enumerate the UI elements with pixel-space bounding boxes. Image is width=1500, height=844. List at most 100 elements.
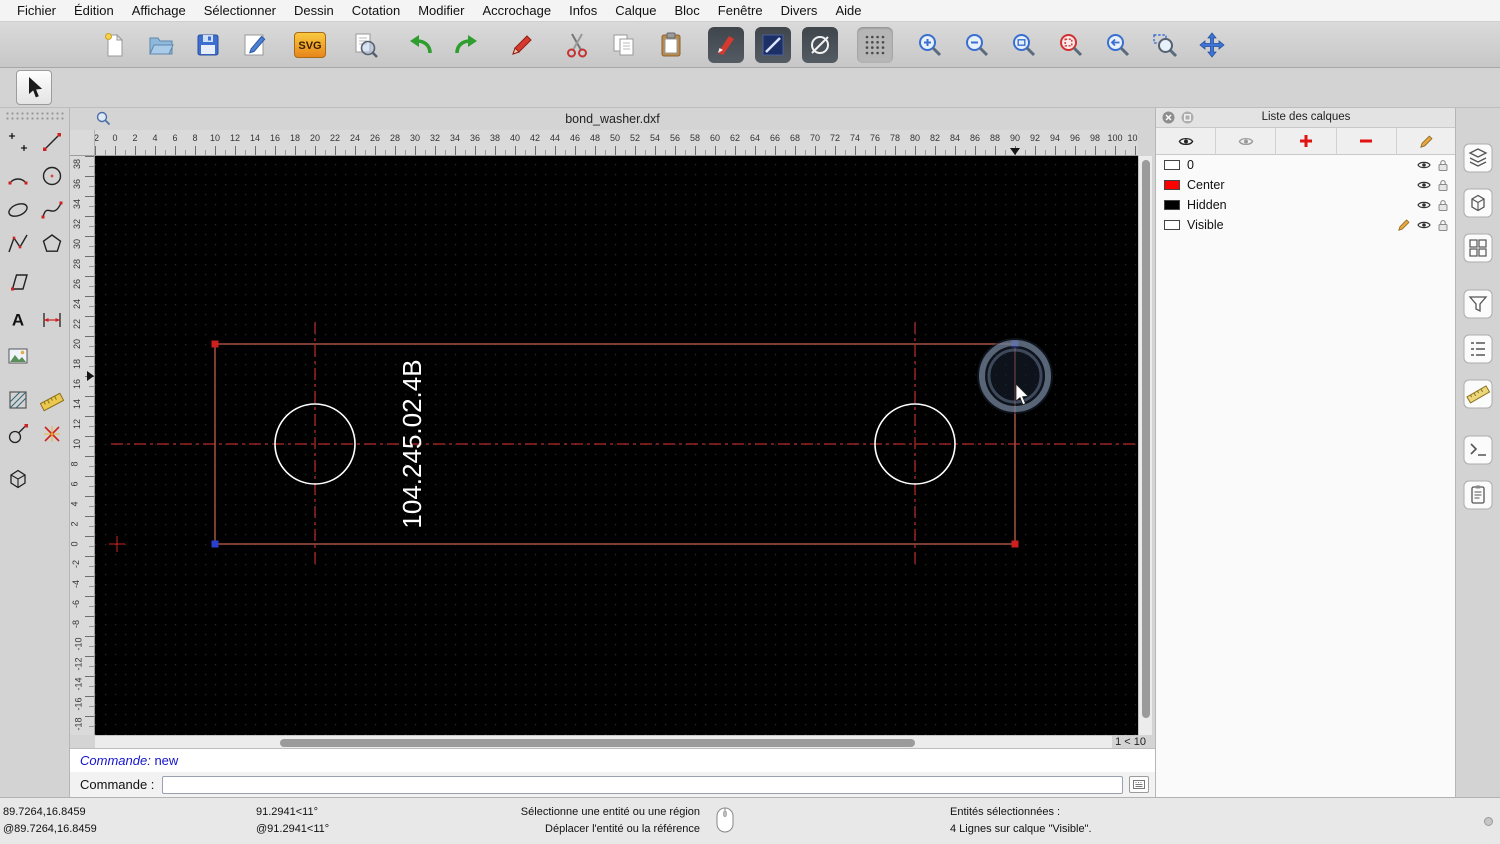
zoom-pan-button[interactable] <box>1194 27 1230 63</box>
spline-tool-button[interactable] <box>36 194 68 226</box>
layer-lock-icon[interactable] <box>1438 159 1448 171</box>
redo-button[interactable] <box>449 27 485 63</box>
edit-layer-button[interactable] <box>1397 128 1456 154</box>
polyline-tool-button[interactable] <box>2 228 34 260</box>
menu-divers[interactable]: Divers <box>772 3 827 18</box>
remove-layer-button[interactable] <box>1337 128 1397 154</box>
circle-tool-button[interactable] <box>36 160 68 192</box>
dimension-tool-button[interactable] <box>36 304 68 336</box>
polygon-tool-button[interactable] <box>36 228 68 260</box>
circle-attributes-toggle[interactable] <box>802 27 838 63</box>
layer-lock-icon[interactable] <box>1438 199 1448 211</box>
layer-visible-icon[interactable] <box>1417 180 1431 190</box>
command-input[interactable] <box>162 776 1123 794</box>
palette-drag-handle[interactable] <box>5 111 65 122</box>
layer-list-icon <box>1463 143 1493 173</box>
pen-tool-icon <box>713 32 739 58</box>
command-options-button[interactable] <box>1129 776 1149 793</box>
dock-clipboard-button[interactable] <box>1462 479 1494 511</box>
horizontal-scrollbar-thumb[interactable] <box>280 739 915 747</box>
parallelogram-tool-button[interactable] <box>2 266 34 298</box>
menu-edition[interactable]: Édition <box>65 3 123 18</box>
red-pen-button[interactable] <box>504 27 540 63</box>
add-layer-button[interactable] <box>1276 128 1336 154</box>
explode-tool-button[interactable] <box>36 418 68 450</box>
grip-bottom-right[interactable] <box>1012 541 1019 548</box>
menu-cotation[interactable]: Cotation <box>343 3 409 18</box>
layer-row-hidden[interactable]: Hidden <box>1156 195 1456 215</box>
box3d-tool-button[interactable] <box>2 462 34 494</box>
zoom-out-button[interactable] <box>959 27 995 63</box>
layer-visible-icon[interactable] <box>1417 160 1431 170</box>
zoom-auto-button[interactable] <box>1006 27 1042 63</box>
print-preview-button[interactable] <box>347 27 383 63</box>
menu-fenetre[interactable]: Fenêtre <box>709 3 772 18</box>
dimension-tool-icon <box>40 308 64 332</box>
v-ruler-label: -4 <box>71 580 81 588</box>
grid-toggle[interactable] <box>857 27 893 63</box>
pen-toolbar-toggle[interactable] <box>708 27 744 63</box>
dock-measure-button[interactable] <box>1462 378 1494 410</box>
h-ruler-label: 34 <box>450 133 460 143</box>
vertical-scrollbar[interactable] <box>1138 156 1152 735</box>
dock-library-button[interactable] <box>1462 232 1494 264</box>
dock-list-button[interactable] <box>1462 333 1494 365</box>
horizontal-scrollbar[interactable] <box>95 735 1138 748</box>
dock-layer-list-button[interactable] <box>1462 142 1494 174</box>
dock-block-list-button[interactable] <box>1462 187 1494 219</box>
menu-affichage[interactable]: Affichage <box>123 3 195 18</box>
open-file-button[interactable] <box>143 27 179 63</box>
command-history-value: new <box>154 753 178 768</box>
points-tool-button[interactable] <box>2 126 34 158</box>
ellipse-tool-button[interactable] <box>2 194 34 226</box>
shape-tool-button[interactable] <box>2 418 34 450</box>
layer-row-0[interactable]: 0 <box>1156 155 1456 175</box>
save-button[interactable] <box>190 27 226 63</box>
grip-bottom-left[interactable] <box>212 541 219 548</box>
drawing-canvas[interactable]: 104.245.02.4B <box>95 156 1138 735</box>
line-tool-button[interactable] <box>36 126 68 158</box>
cut-button[interactable] <box>559 27 595 63</box>
dock-command-button[interactable] <box>1462 434 1494 466</box>
layer-row-center[interactable]: Center <box>1156 175 1456 195</box>
h-ruler-label: 18 <box>290 133 300 143</box>
measure-tool-button[interactable] <box>36 384 68 416</box>
svg-export-button[interactable]: SVG <box>292 27 328 63</box>
arc-tool-button[interactable] <box>2 160 34 192</box>
line-attributes-toggle[interactable] <box>755 27 791 63</box>
menu-calque[interactable]: Calque <box>606 3 665 18</box>
paste-button[interactable] <box>653 27 689 63</box>
zoom-in-button[interactable] <box>912 27 948 63</box>
hatch-tool-button[interactable] <box>2 384 34 416</box>
show-all-layers-button[interactable] <box>1156 128 1216 154</box>
layer-lock-icon[interactable] <box>1438 219 1448 231</box>
menu-bloc[interactable]: Bloc <box>665 3 708 18</box>
layer-visible-icon[interactable] <box>1417 220 1431 230</box>
menu-aide[interactable]: Aide <box>826 3 870 18</box>
select-tool-button[interactable] <box>16 70 52 105</box>
edit-drawing-button[interactable] <box>237 27 273 63</box>
hide-all-layers-button[interactable] <box>1216 128 1276 154</box>
menu-dessin[interactable]: Dessin <box>285 3 343 18</box>
menu-accrochage[interactable]: Accrochage <box>473 3 560 18</box>
zoom-previous-button[interactable] <box>1100 27 1136 63</box>
image-tool-button[interactable] <box>2 340 34 372</box>
menu-fichier[interactable]: Fichier <box>8 3 65 18</box>
copy-button[interactable] <box>606 27 642 63</box>
zoom-selection-button[interactable] <box>1053 27 1089 63</box>
vertical-scrollbar-thumb[interactable] <box>1142 160 1150 718</box>
dock-filter-button[interactable] <box>1462 288 1494 320</box>
text-tool-button[interactable]: A <box>2 304 34 336</box>
menu-modifier[interactable]: Modifier <box>409 3 473 18</box>
zoom-window-button[interactable] <box>1147 27 1183 63</box>
layer-lock-icon[interactable] <box>1438 179 1448 191</box>
layer-editing-pencil-icon[interactable] <box>1398 219 1410 231</box>
layer-visible-icon[interactable] <box>1417 200 1431 210</box>
new-file-button[interactable] <box>96 27 132 63</box>
menu-selectionner[interactable]: Sélectionner <box>195 3 285 18</box>
layer-row-visible[interactable]: Visible <box>1156 215 1456 235</box>
menu-infos[interactable]: Infos <box>560 3 606 18</box>
v-ruler-label: 32 <box>72 219 82 229</box>
undo-button[interactable] <box>402 27 438 63</box>
grip-top-left[interactable] <box>212 341 219 348</box>
